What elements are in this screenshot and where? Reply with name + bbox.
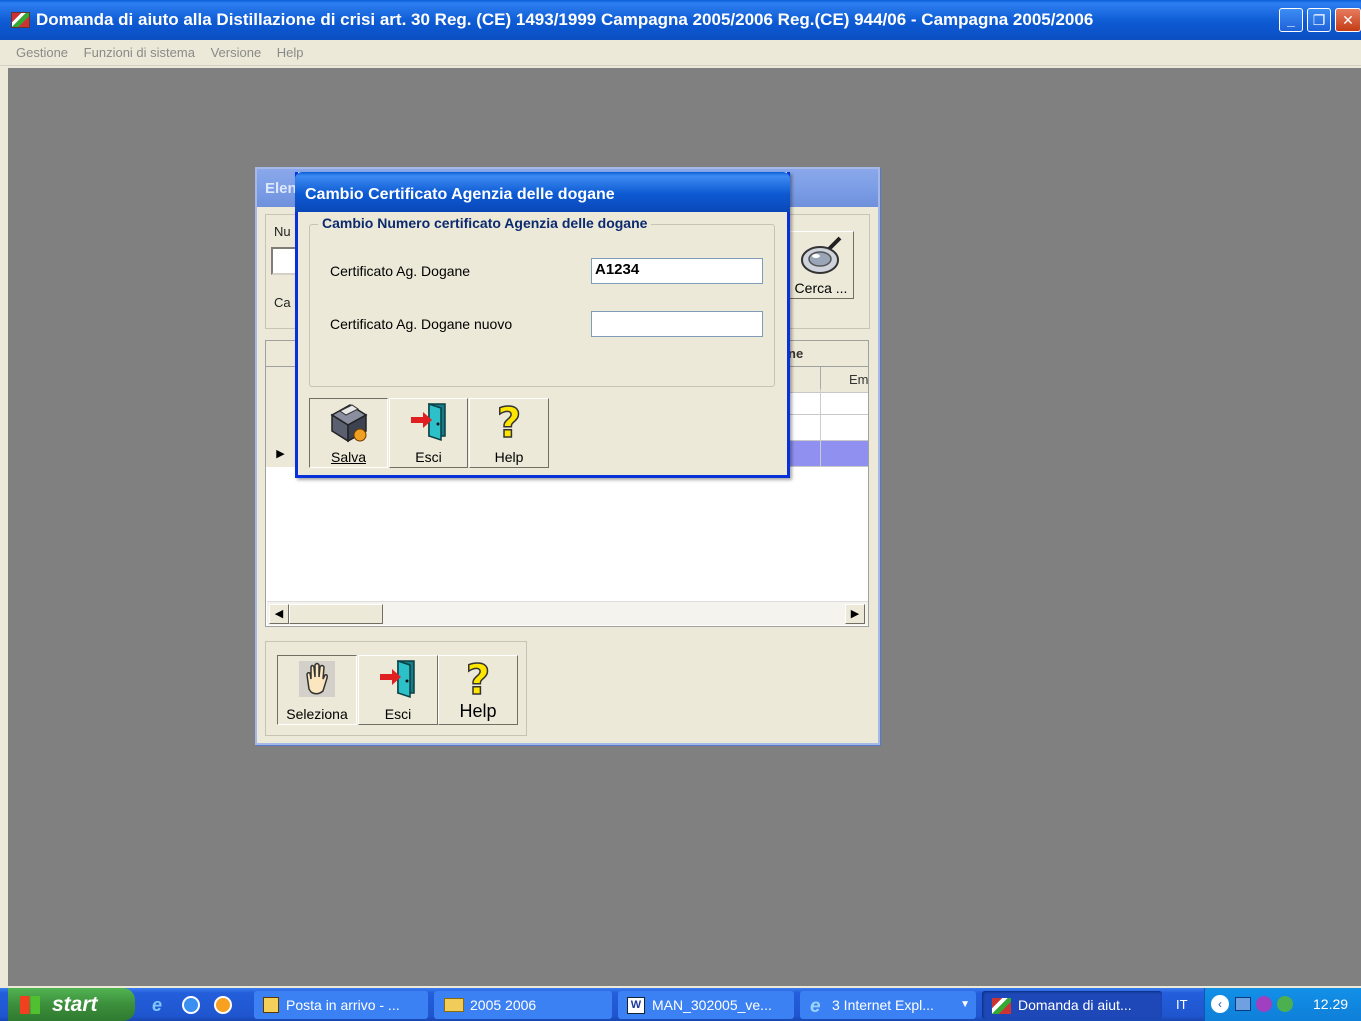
list-help-button[interactable]: ? Help (438, 654, 518, 725)
media-quicklaunch-icon[interactable] (214, 996, 232, 1014)
hand-icon (299, 661, 335, 697)
network-icon[interactable] (1235, 997, 1251, 1011)
magnifier-icon (801, 236, 842, 274)
menu-funzioni-di-sistema[interactable]: Funzioni di sistema (84, 45, 195, 60)
clock[interactable]: 12.29 (1313, 988, 1348, 1021)
save-button-label: Salva (330, 449, 367, 465)
question-mark-icon: ? (496, 397, 522, 448)
restore-button[interactable]: ❐ (1307, 8, 1331, 32)
task-domanda-active[interactable]: Domanda di aiut... (982, 991, 1162, 1019)
menu-help[interactable]: Help (277, 45, 304, 60)
save-disk-icon (330, 404, 367, 443)
minimize-button[interactable]: _ (1279, 8, 1303, 32)
tray-expand-icon[interactable]: ‹ (1211, 995, 1229, 1013)
task-ie-label: 3 Internet Expl... (832, 997, 934, 1013)
app-flag-icon (992, 998, 1011, 1014)
outlook-icon (263, 997, 279, 1013)
task-posta[interactable]: Posta in arrivo - ... (254, 991, 428, 1019)
grid-column-em: Em (849, 372, 869, 387)
chevron-down-icon: ▼ (960, 999, 970, 1010)
close-button[interactable]: ✕ (1335, 8, 1361, 32)
task-ie-group[interactable]: e 3 Internet Expl... ▼ (800, 991, 976, 1019)
select-button-label: Seleziona (286, 706, 348, 722)
ie-quicklaunch-icon[interactable]: e (152, 995, 162, 1016)
list-window-title: Elen (265, 180, 297, 197)
task-folder-label: 2005 2006 (470, 997, 537, 1013)
scroll-left-icon[interactable]: ◀ (269, 604, 289, 624)
current-certificate-label: Certificato Ag. Dogane (330, 263, 471, 279)
current-certificate-input[interactable]: A1234 (591, 258, 763, 284)
menu-gestione[interactable]: Gestione (16, 45, 68, 60)
dialog-title: Cambio Certificato Agenzia delle dogane (305, 186, 615, 203)
taskbar: start e Posta in arrivo - ... 2005 2006 … (0, 988, 1361, 1021)
select-button[interactable]: Seleziona (277, 655, 357, 725)
start-label: start (52, 993, 98, 1016)
list-exit-button[interactable]: Esci (358, 655, 438, 725)
svg-text:?: ? (466, 656, 490, 700)
list-exit-button-label: Esci (384, 706, 412, 722)
task-domanda-label: Domanda di aiut... (1018, 997, 1132, 1013)
search-button-label: Cerca ... (794, 280, 848, 296)
dialog-help-button-label: Help (494, 449, 524, 465)
outlook-quicklaunch-icon[interactable] (182, 996, 200, 1014)
svg-text:?: ? (497, 399, 521, 443)
ie-icon: e (810, 996, 821, 1017)
antivirus-icon[interactable] (1256, 996, 1272, 1012)
menu-versione[interactable]: Versione (211, 45, 262, 60)
word-icon: W (627, 997, 645, 1014)
search-button[interactable]: Cerca ... (788, 231, 854, 299)
label-numero: Nu (274, 224, 291, 239)
app-flag-icon (11, 12, 30, 28)
system-tray: ‹ 12.29 (1204, 988, 1361, 1021)
new-certificate-label: Certificato Ag. Dogane nuovo (330, 316, 513, 332)
label-campagna: Ca (274, 295, 291, 310)
certificate-group-title: Cambio Numero certificato Agenzia delle … (318, 215, 652, 231)
grid-horizontal-scrollbar[interactable]: ◀ ▶ (267, 601, 868, 625)
grid-header-title: ne (788, 346, 804, 361)
new-certificate-input[interactable] (591, 311, 763, 337)
dialog-help-button[interactable]: ? Help (469, 397, 549, 468)
windows-logo-icon (20, 996, 40, 1014)
change-certificate-dialog: Cambio Certificato Agenzia delle dogane … (295, 172, 790, 478)
dialog-exit-button[interactable]: Esci (389, 398, 468, 468)
language-indicator[interactable]: IT (1176, 988, 1188, 1021)
menu-bar: Gestione Funzioni di sistema Versione He… (0, 40, 1361, 66)
question-mark-icon: ? (465, 654, 491, 705)
dialog-titlebar[interactable]: Cambio Certificato Agenzia delle dogane (295, 172, 790, 212)
list-help-button-label: Help (459, 701, 497, 721)
start-button[interactable]: start (8, 988, 135, 1021)
task-word[interactable]: W MAN_302005_ve... (618, 991, 794, 1019)
main-window-title: Domanda di aiuto alla Distillazione di c… (36, 10, 1094, 29)
scroll-right-icon[interactable]: ▶ (845, 604, 865, 624)
row-pointer-icon: ▶ (266, 441, 296, 467)
dialog-exit-button-label: Esci (415, 449, 442, 465)
exit-door-icon (380, 659, 415, 699)
save-button[interactable]: Salva (309, 398, 388, 468)
task-posta-label: Posta in arrivo - ... (286, 997, 400, 1013)
task-word-label: MAN_302005_ve... (652, 997, 772, 1013)
main-titlebar[interactable]: Domanda di aiuto alla Distillazione di c… (0, 0, 1361, 40)
exit-door-icon (410, 402, 446, 442)
certificate-group: Cambio Numero certificato Agenzia delle … (309, 215, 775, 387)
scroll-thumb[interactable] (289, 604, 383, 624)
dialog-toolbar: Salva Esci ? Help (308, 396, 551, 470)
sync-icon[interactable] (1277, 996, 1293, 1012)
folder-icon (444, 998, 464, 1012)
task-folder[interactable]: 2005 2006 (434, 991, 612, 1019)
